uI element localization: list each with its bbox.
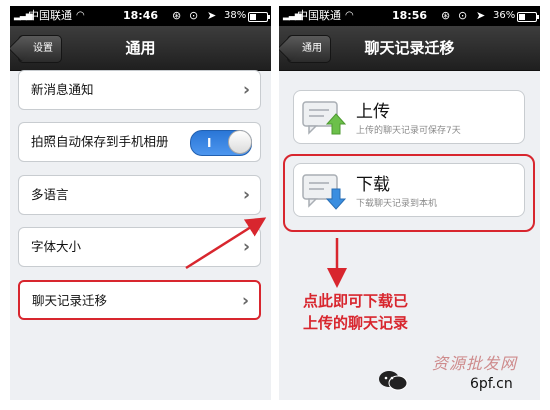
alarm-icon: ⊙ xyxy=(189,9,199,22)
battery-percent: 38% xyxy=(224,10,247,21)
download-instruction-line-2: 上传的聊天记录 xyxy=(303,314,409,332)
download-subtitle: 下载聊天记录到本机 xyxy=(356,199,438,209)
watermark-text: 资源批发网 xyxy=(432,354,518,373)
chevron-right-icon: › xyxy=(242,80,250,100)
settings-item-language[interactable]: 多语言 › xyxy=(18,175,261,215)
settings-item-font-size[interactable]: 字体大小 › xyxy=(18,227,261,267)
rotation-lock-icon: ⊛ xyxy=(172,9,182,22)
download-chat-icon xyxy=(302,173,348,215)
alarm-icon: ⊙ xyxy=(458,9,468,22)
download-instruction-line-1: 点此即可下载已 xyxy=(303,292,409,310)
battery-icon xyxy=(248,12,270,22)
upload-chat-history-button[interactable]: 上传 上传的聊天记录可保存7天 xyxy=(293,90,525,144)
settings-item-auto-save-photos: 拍照自动保存到手机相册 I xyxy=(18,122,261,162)
settings-item-label: 字体大小 xyxy=(31,239,82,254)
upload-subtitle: 上传的聊天记录可保存7天 xyxy=(356,126,461,136)
page-title: 聊天记录迁移 xyxy=(364,39,455,57)
settings-item-label: 新消息通知 xyxy=(31,82,94,97)
wechat-logo-icon xyxy=(378,370,408,396)
page-title: 通用 xyxy=(125,39,156,57)
chat-history-migration-screen: ▂▃▅ 中国联通 ◠ 18:56 ⊛ ⊙ ➤ 36% 通用 聊天记录迁移 上传 … xyxy=(279,6,540,400)
chevron-right-icon: › xyxy=(242,237,250,257)
battery-percent: 36% xyxy=(493,10,516,21)
download-title: 下载 xyxy=(356,175,390,195)
status-bar: ▂▃▅ 中国联通 ◠ 18:56 ⊛ ⊙ ➤ 36% xyxy=(279,6,540,26)
settings-item-label: 多语言 xyxy=(31,187,69,202)
toggle-on-indicator: I xyxy=(207,136,212,150)
upload-chat-icon xyxy=(302,100,348,142)
upload-title: 上传 xyxy=(356,102,390,122)
rotation-lock-icon: ⊛ xyxy=(441,9,451,22)
auto-save-toggle[interactable]: I xyxy=(190,130,252,156)
settings-item-new-message-notification[interactable]: 新消息通知 › xyxy=(18,70,261,110)
settings-item-chat-history-migration[interactable]: 聊天记录迁移 › xyxy=(18,280,261,320)
watermark-site: 6pf.cn xyxy=(470,376,513,392)
download-chat-history-button[interactable]: 下载 下载聊天记录到本机 xyxy=(293,163,525,217)
chevron-right-icon: › xyxy=(242,185,250,205)
location-icon: ➤ xyxy=(207,9,217,22)
navigation-bar: 设置 通用 xyxy=(10,26,271,71)
navigation-bar: 通用 聊天记录迁移 xyxy=(279,26,540,71)
settings-general-screen: ▂▃▅ 中国联通 ◠ 18:46 ⊛ ⊙ ➤ 38% 设置 通用 新消息通知 ›… xyxy=(10,6,271,400)
chevron-right-icon: › xyxy=(241,291,249,311)
settings-item-label: 聊天记录迁移 xyxy=(32,293,108,308)
battery-icon xyxy=(517,12,539,22)
status-bar: ▂▃▅ 中国联通 ◠ 18:46 ⊛ ⊙ ➤ 38% xyxy=(10,6,271,26)
settings-item-label: 拍照自动保存到手机相册 xyxy=(31,134,169,149)
location-icon: ➤ xyxy=(476,9,486,22)
toggle-knob xyxy=(228,130,252,154)
